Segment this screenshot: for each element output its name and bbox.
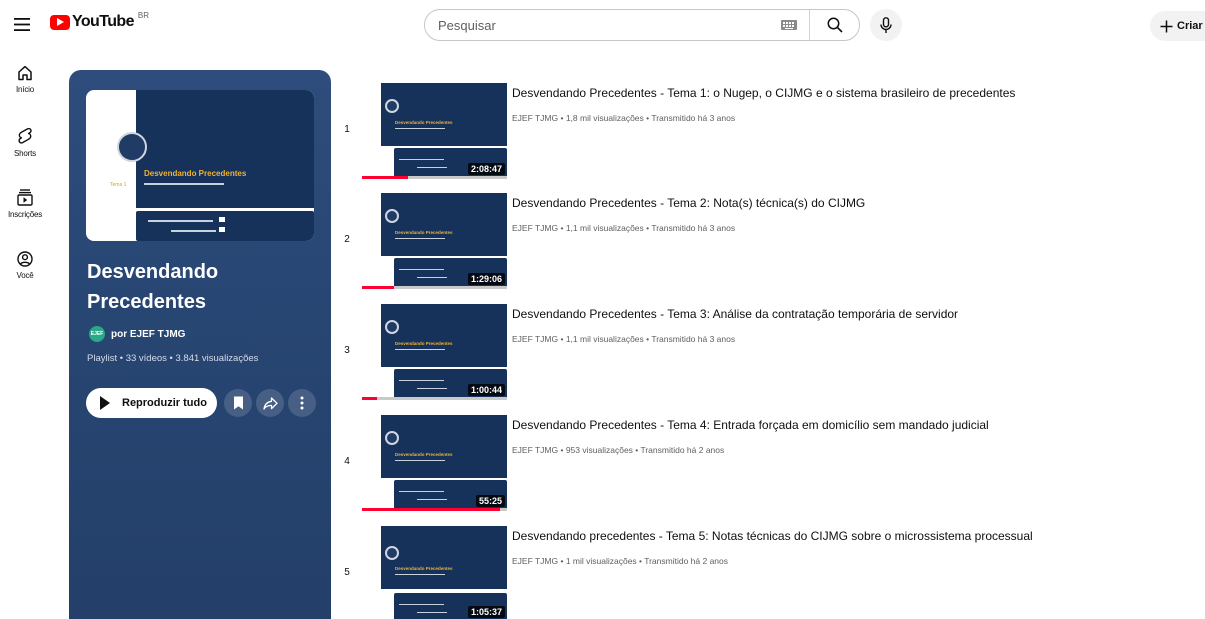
watch-progress-fill [362,508,500,511]
logo-text: YouTube [72,13,134,30]
logo-seal-icon [385,209,399,223]
video-duration: 1:00:44 [467,384,505,396]
video-index: 2 [344,234,350,245]
play-icon [100,396,110,410]
search-input[interactable] [425,10,781,40]
video-title[interactable]: Desvendando Precedentes - Tema 3: Anális… [512,307,958,321]
video-title[interactable]: Desvendando Precedentes - Tema 4: Entrad… [512,418,989,432]
thumb-title: Desvendando Precedentes [395,566,453,571]
video-meta: EJEF TJMG • 1,8 mil visualizações • Tran… [512,113,736,123]
video-index: 1 [344,124,350,135]
nav-item-subscriptions[interactable]: Inscrições [0,180,50,242]
video-meta: EJEF TJMG • 953 visualizações • Transmit… [512,445,725,455]
playlist-meta: Playlist • 33 vídeos • 3.841 visualizaçõ… [87,353,259,364]
create-label: Criar [1177,20,1203,32]
thumb-title: Desvendando Precedentes [144,169,247,178]
video-duration: 55:25 [475,495,505,507]
avatar: EJEF [89,326,105,342]
microphone-icon [880,16,892,33]
play-all-button[interactable]: Reproduzir tudo [86,388,217,418]
logo-seal-icon [385,431,399,445]
keyboard-icon[interactable] [781,20,797,30]
voice-search-button[interactable] [870,9,902,41]
video-row[interactable]: 1 Desvendando Precedentes 2:08:47 Desven… [340,80,1205,180]
nav-item-you[interactable]: Você [0,242,50,304]
create-button[interactable]: Criar [1150,11,1205,41]
subscriptions-icon [17,189,33,206]
search-button[interactable] [809,10,859,40]
video-index: 3 [344,345,350,356]
youtube-logo[interactable]: YouTube BR [50,10,149,31]
video-thumbnail[interactable]: Desvendando Precedentes 2:08:47 [362,83,507,179]
thumb-topic: Tema 1 [110,182,127,188]
nav-label: Início [16,85,34,94]
more-actions-button[interactable] [288,389,316,417]
save-playlist-button[interactable] [224,389,252,417]
playlist-owner[interactable]: EJEF por EJEF TJMG [89,326,185,342]
youtube-logo-icon [50,14,70,30]
search-icon [827,17,843,33]
video-row[interactable]: 3 Desvendando Precedentes 1:00:44 Desven… [340,301,1205,401]
owner-name: por EJEF TJMG [111,329,185,340]
home-icon [18,65,32,81]
nav-label: Shorts [14,149,36,158]
share-button[interactable] [256,389,284,417]
play-all-label: Reproduzir tudo [122,397,207,409]
thumb-title: Desvendando Precedentes [395,452,453,457]
playlist-thumbnail[interactable]: Desvendando Precedentes Tema 1 [86,90,314,241]
video-meta: EJEF TJMG • 1,1 mil visualizações • Tran… [512,334,736,344]
video-duration: 2:08:47 [467,163,505,175]
search-box [424,9,860,41]
video-title[interactable]: Desvendando precedentes - Tema 5: Notas … [512,529,1033,543]
video-title[interactable]: Desvendando Precedentes - Tema 2: Nota(s… [512,196,865,210]
bookmark-icon [233,396,243,410]
logo-seal-icon [385,320,399,334]
owner-channel: EJEF TJMG [129,328,186,340]
thumb-title: Desvendando Precedentes [395,120,453,125]
watch-progress-fill [362,176,409,179]
guide-mini: Início Shorts Inscrições Você [0,56,50,304]
logo-seal-icon [385,546,399,560]
video-meta: EJEF TJMG • 1,1 mil visualizações • Tran… [512,223,736,233]
playlist-title: Desvendando Precedentes [87,261,219,313]
you-icon [17,251,33,267]
region-code: BR [137,10,149,20]
menu-icon[interactable] [12,14,32,34]
watch-progress-fill [362,397,377,400]
nav-label: Você [16,271,34,280]
watch-progress-track [362,397,507,400]
owner-prefix: por [111,328,128,340]
video-title[interactable]: Desvendando Precedentes - Tema 1: o Nuge… [512,86,1015,100]
video-thumbnail[interactable]: Desvendando Precedentes 1:05:37 [362,526,507,619]
video-meta: EJEF TJMG • 1 mil visualizações • Transm… [512,556,729,566]
thumb-title: Desvendando Precedentes [395,341,453,346]
more-vert-icon [300,396,304,410]
thumb-title: Desvendando Precedentes [395,230,453,235]
video-row[interactable]: 4 Desvendando Precedentes 55:25 Desvenda… [340,412,1205,512]
video-index: 5 [344,567,350,578]
video-row[interactable]: 5 Desvendando Precedentes 1:05:37 Desven… [340,523,1205,619]
video-row[interactable]: 2 Desvendando Precedentes 1:29:06 Desven… [340,190,1205,290]
video-thumbnail[interactable]: Desvendando Precedentes 55:25 [362,415,507,511]
video-index: 4 [344,456,350,467]
nav-item-home[interactable]: Início [0,56,50,118]
video-thumbnail[interactable]: Desvendando Precedentes 1:00:44 [362,304,507,400]
logo-seal-icon [385,99,399,113]
watch-progress-fill [362,286,394,289]
video-duration: 1:05:37 [467,606,505,618]
shorts-icon [18,127,32,144]
logo-seal-icon [117,132,147,162]
share-icon [262,396,278,410]
playlist-header-panel: Desvendando Precedentes Tema 1 Desvendan… [69,70,331,619]
top-bar: YouTube BR Criar [0,0,1205,52]
video-thumbnail[interactable]: Desvendando Precedentes 1:29:06 [362,193,507,289]
plus-icon [1160,20,1173,32]
nav-item-shorts[interactable]: Shorts [0,118,50,180]
nav-label: Inscrições [7,210,42,219]
video-duration: 1:29:06 [467,273,505,285]
